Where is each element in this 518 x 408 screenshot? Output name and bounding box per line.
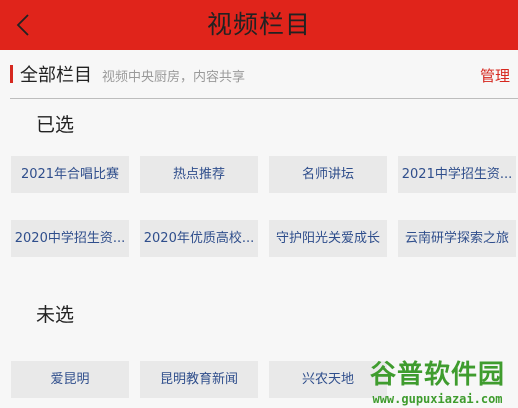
selected-tag[interactable]: 2021中学招生资... [398,156,516,193]
watermark-url: www.gupuxiazai.com [372,392,503,406]
divider [10,98,518,99]
selected-tag[interactable]: 守护阳光关爱成长 [269,220,387,257]
watermark: 谷普软件园 www.gupuxiazai.com [360,358,515,408]
column-bar: 全部栏目 视频中央厨房，内容共享 管理 [10,58,510,92]
selected-tag[interactable]: 热点推荐 [140,156,258,193]
column-hint: 视频中央厨房，内容共享 [102,70,246,85]
selected-tag[interactable]: 2020中学招生资... [11,220,129,257]
watermark-name: 谷普软件园 [369,360,505,390]
manage-button[interactable]: 管理 [480,65,510,86]
selected-tag[interactable]: 2020年优质高校... [140,220,258,257]
page-title: 视频栏目 [206,10,311,39]
all-columns-label: 全部栏目 [20,65,92,86]
unselected-section-label: 未选 [36,304,75,326]
selected-tag[interactable]: 云南研学探索之旅 [398,220,516,257]
selected-tag[interactable]: 名师讲坛 [269,156,387,193]
app-header: 视频栏目 [0,0,518,50]
accent-bar [10,65,13,83]
unselected-tag[interactable]: 昆明教育新闻 [140,361,258,398]
selected-section-label: 已选 [36,114,75,136]
selected-tag[interactable]: 2021年合唱比赛 [11,156,129,193]
unselected-tag[interactable]: 爱昆明 [11,361,129,398]
